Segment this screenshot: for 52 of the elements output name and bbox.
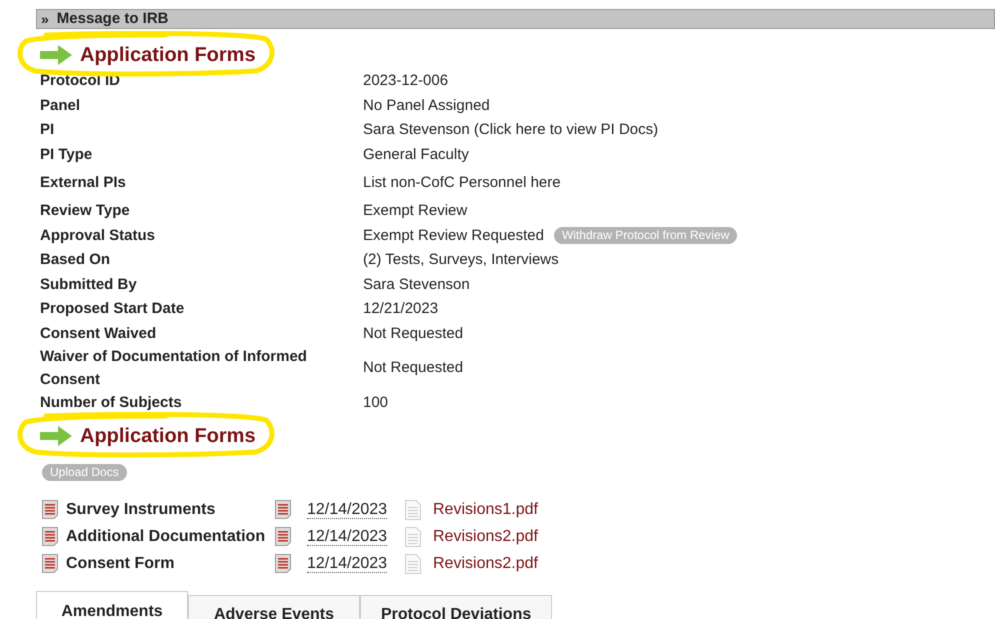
document-icon: [42, 554, 58, 573]
field-label: Panel: [40, 96, 80, 114]
field-value: Not Requested: [363, 324, 464, 344]
field-value: Exempt Review Requested: [363, 226, 544, 246]
field-label: PI: [40, 121, 54, 138]
field-label: PI Type: [40, 146, 92, 162]
field-value: Sara Stevenson (Click here to view PI Docs): [363, 120, 658, 140]
document-icon: [42, 500, 58, 519]
document-icon: [275, 500, 291, 519]
field-value: List non-CofC Personnel here: [363, 172, 561, 193]
field-label: Consent Waived: [40, 324, 156, 342]
tab[interactable]: Protocol Deviations: [360, 595, 552, 619]
file-icon: [405, 554, 421, 574]
field-label: Waiver of Documentation of Informed Consent: [40, 348, 307, 388]
field-label: Proposed Start Date: [40, 300, 184, 317]
field-label: Review Type: [40, 202, 130, 219]
document-name: Survey Instruments: [66, 500, 216, 520]
file-icon: [405, 526, 421, 546]
field-value: 2023-12-006: [363, 71, 448, 91]
upload-date: 12/14/2023: [307, 500, 388, 520]
arrow-icon: [40, 426, 72, 446]
field-value: 100: [363, 393, 388, 413]
upload-date: 12/14/2023: [307, 554, 388, 574]
section-heading: Application Forms: [80, 43, 256, 68]
section-heading: Application Forms: [80, 424, 256, 448]
file-link[interactable]: Revisions1.pdf: [433, 498, 538, 522]
field-value: No Panel Assigned: [363, 96, 490, 116]
arrow-icon: [40, 45, 72, 65]
document-icon: [42, 527, 58, 546]
file-link[interactable]: Revisions2.pdf: [433, 552, 538, 576]
field-value: Exempt Review: [363, 201, 468, 221]
field-value: Not Requested: [363, 358, 464, 378]
upload-date: 12/14/2023: [307, 526, 388, 548]
field-label: Number of Subjects: [40, 394, 182, 411]
field-value: (2) Tests, Surveys, Interviews: [363, 250, 559, 270]
document-name: Additional Documentation: [66, 526, 266, 546]
field-label: Approval Status: [40, 226, 156, 244]
tab[interactable]: Amendments: [36, 591, 188, 619]
document-icon: [275, 554, 291, 573]
field-label: External PIs: [40, 174, 126, 191]
header-title: Message to IRB: [56, 8, 168, 29]
field-value: General Faculty: [363, 144, 469, 164]
tab[interactable]: Adverse Events: [188, 595, 360, 619]
file-link[interactable]: Revisions2.pdf: [433, 524, 538, 548]
field-label: Submitted By: [40, 276, 137, 292]
field-value: Sara Stevenson: [363, 274, 470, 294]
file-icon: [405, 500, 421, 520]
field-value: 12/21/2023: [363, 299, 438, 319]
document-name: Consent Form: [66, 554, 176, 574]
expand-icon[interactable]: »: [41, 12, 49, 26]
field-label: Based On: [40, 251, 110, 268]
document-icon: [275, 527, 291, 546]
